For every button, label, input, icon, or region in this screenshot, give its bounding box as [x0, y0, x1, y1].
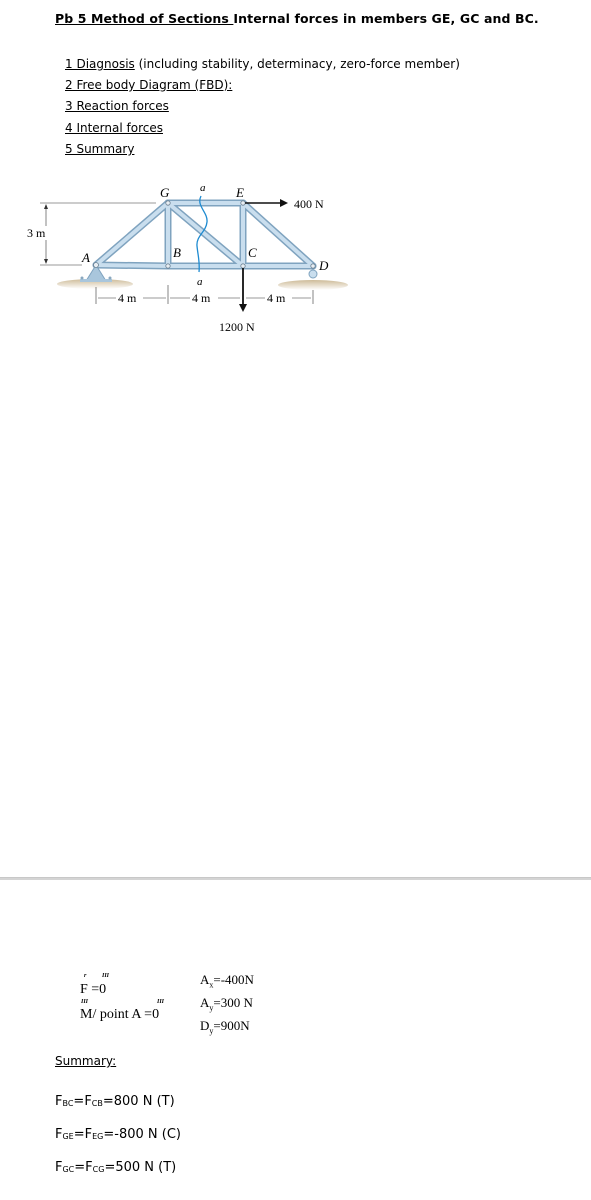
- reaction-Dy: Dy=900N: [200, 1018, 250, 1036]
- ground-right: [278, 280, 348, 290]
- joint-A: [93, 262, 99, 268]
- equation-sum-moments: III III M/ point A =0: [80, 999, 164, 1023]
- label-C: C: [248, 245, 257, 260]
- joint-B: [165, 263, 171, 269]
- label-A: A: [81, 250, 90, 265]
- truss-figure: 3 m a a G E A B C D 400 N 1200 N 4 m 4 m…: [27, 182, 348, 334]
- dim-height-label: 3 m: [27, 226, 46, 240]
- summary-item-BC: FBC=FCB=800 N (T): [55, 1094, 175, 1109]
- load-400N-label: 400 N: [294, 197, 324, 211]
- equation-text: F =0: [80, 982, 107, 997]
- equation-mark: III: [81, 999, 89, 1005]
- span-dim-BC: 4 m: [192, 291, 211, 305]
- label-G: G: [160, 185, 170, 200]
- summary-item-GE: FGE=FEG=-800 N (C): [55, 1127, 181, 1142]
- equation-mark: III: [102, 973, 110, 979]
- section-label-bottom: a: [197, 276, 203, 288]
- span-dim-CD: 4 m: [267, 291, 286, 305]
- reaction-Ay: Ay=300 N: [200, 995, 253, 1013]
- equation-sum-forces: r III F =0: [80, 973, 109, 998]
- joint-E: [240, 200, 246, 206]
- page-separator: [0, 877, 591, 880]
- label-D: D: [318, 258, 329, 273]
- equation-mark: III: [157, 999, 165, 1005]
- summary-title: Summary:: [55, 1054, 117, 1068]
- label-B: B: [173, 245, 181, 260]
- equation-text: M/ point A =0: [80, 1007, 160, 1022]
- joint-G: [165, 200, 171, 206]
- summary-item-GC: FGC=FCG=500 N (T): [55, 1160, 177, 1175]
- dim-height-arrow-bottom: [44, 259, 48, 264]
- roller-support-D: [308, 269, 318, 279]
- span-dim-AB: 4 m: [118, 291, 137, 305]
- joint-C: [240, 263, 246, 269]
- load-1200N-label: 1200 N: [219, 320, 255, 334]
- label-E: E: [235, 185, 244, 200]
- section-label-top: a: [200, 182, 206, 194]
- reaction-Ax: Ax=-400N: [200, 972, 254, 990]
- dim-height-arrow-top: [44, 204, 48, 209]
- joint-D: [310, 263, 316, 269]
- equation-mark: r: [84, 973, 87, 979]
